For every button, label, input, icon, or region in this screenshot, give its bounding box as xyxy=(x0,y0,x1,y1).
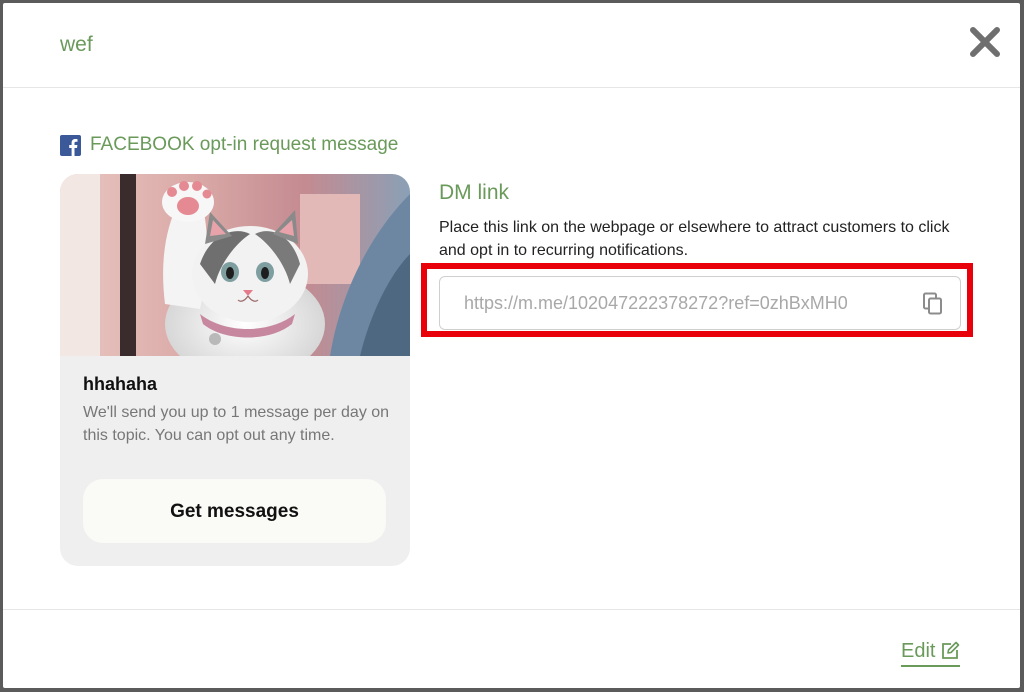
edit-button[interactable]: Edit xyxy=(901,637,961,667)
get-messages-button[interactable]: Get messages xyxy=(83,479,386,543)
facebook-icon xyxy=(60,134,81,156)
dm-link-description: Place this link on the webpage or elsewh… xyxy=(439,219,950,259)
dm-link-field[interactable]: https://m.me/102047222378272?ref=0zhBxMH… xyxy=(439,276,961,330)
message-preview-card: hhahaha We'll send you up to 1 message p… xyxy=(60,174,410,566)
edit-icon xyxy=(942,641,960,659)
dm-link-url[interactable]: https://m.me/102047222378272?ref=0zhBxMH… xyxy=(464,277,848,329)
section-title-label: FACEBOOK opt-in request message xyxy=(90,134,399,155)
copy-icon xyxy=(923,292,942,315)
copy-button[interactable] xyxy=(922,292,944,316)
modal-header: wef xyxy=(3,3,1020,88)
kitten-photo xyxy=(60,174,410,356)
edit-label: Edit xyxy=(901,639,936,662)
card-description: We'll send you up to 1 message per day o… xyxy=(83,404,390,444)
close-button[interactable] xyxy=(968,25,1002,59)
close-icon xyxy=(970,27,1000,57)
section-title: FACEBOOK opt-in request message xyxy=(60,133,398,157)
card-title: hhahaha xyxy=(83,374,158,394)
dm-link-title: DM link xyxy=(439,181,510,204)
opt-in-modal: wef FACEBOOK opt-in request message hhah… xyxy=(3,3,1020,688)
footer-divider xyxy=(3,609,1020,610)
modal-title: wef xyxy=(60,33,93,56)
